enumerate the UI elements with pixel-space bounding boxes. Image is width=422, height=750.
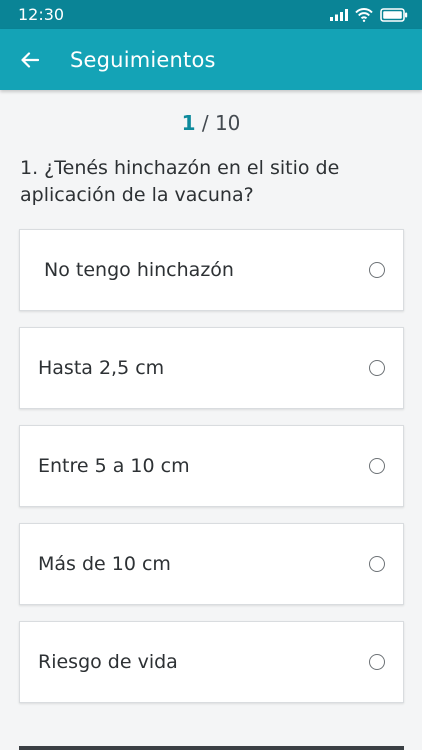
question-text: 1. ¿Tenés hinchazón en el sitio de aplic…: [20, 157, 340, 206]
option-life-threatening[interactable]: Riesgo de vida: [19, 621, 404, 703]
options-list: No tengo hinchazón Hasta 2,5 cm Entre 5 …: [19, 229, 404, 719]
progress-current: 1: [181, 111, 196, 135]
radio-button[interactable]: [369, 360, 385, 376]
radio-button[interactable]: [369, 556, 385, 572]
battery-icon: [380, 7, 408, 22]
bottom-button-edge: [19, 746, 404, 750]
page-title: Seguimientos: [70, 47, 216, 72]
status-icons: [330, 7, 408, 22]
radio-button[interactable]: [369, 262, 385, 278]
app-bar: Seguimientos: [0, 29, 422, 90]
option-label: Hasta 2,5 cm: [38, 357, 165, 379]
option-more-than-10-cm[interactable]: Más de 10 cm: [19, 523, 404, 605]
question-progress: 1 / 10: [0, 111, 422, 135]
progress-total: 10: [214, 111, 241, 135]
option-label: Más de 10 cm: [38, 553, 171, 575]
radio-button[interactable]: [369, 458, 385, 474]
option-label: No tengo hinchazón: [38, 259, 234, 281]
wifi-icon: [355, 7, 373, 22]
option-up-to-2-5-cm[interactable]: Hasta 2,5 cm: [19, 327, 404, 409]
radio-button[interactable]: [369, 654, 385, 670]
option-label: Riesgo de vida: [38, 651, 178, 673]
signal-icon: [330, 8, 348, 21]
option-no-swelling[interactable]: No tengo hinchazón: [19, 229, 404, 311]
option-5-to-10-cm[interactable]: Entre 5 a 10 cm: [19, 425, 404, 507]
option-label: Entre 5 a 10 cm: [38, 455, 190, 477]
arrow-left-icon: [21, 51, 39, 68]
status-time: 12:30: [18, 5, 65, 24]
status-bar: 12:30: [0, 0, 422, 29]
back-button[interactable]: [10, 40, 50, 80]
progress-separator: /: [195, 111, 215, 135]
